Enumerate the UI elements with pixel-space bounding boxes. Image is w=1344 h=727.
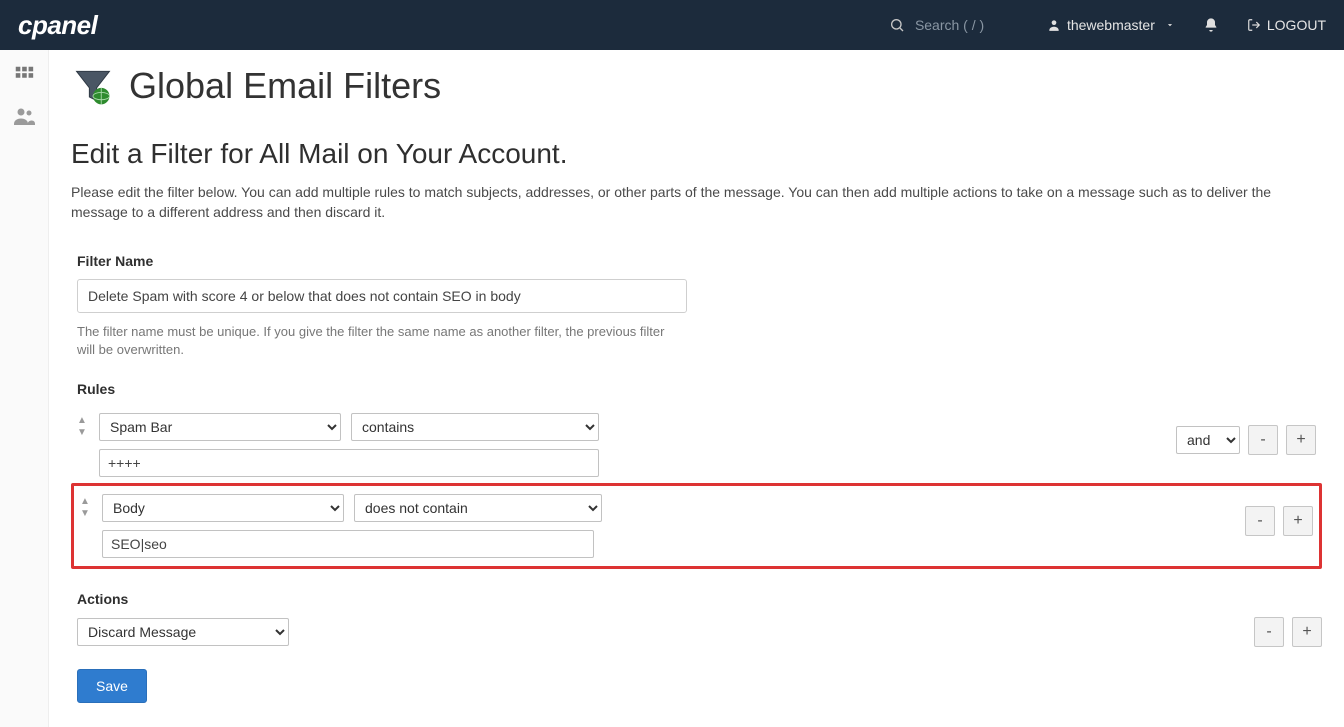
user-icon — [1047, 18, 1061, 32]
username-label: thewebmaster — [1067, 17, 1155, 33]
remove-rule-button[interactable]: - — [1245, 506, 1275, 536]
sidebar — [0, 50, 48, 727]
filter-name-label: Filter Name — [71, 253, 1322, 269]
add-action-button[interactable]: + — [1292, 617, 1322, 647]
add-rule-button[interactable]: + — [1286, 425, 1316, 455]
users-icon[interactable] — [12, 104, 36, 128]
search-input[interactable] — [915, 17, 1015, 33]
user-menu[interactable]: thewebmaster — [1047, 17, 1175, 33]
page-intro: Please edit the filter below. You can ad… — [71, 182, 1322, 223]
move-up-icon[interactable]: ▲ — [77, 416, 89, 426]
rules-section: Rules ▲▼Spam Barcontainsand-+▲▼Bodydoes … — [71, 381, 1322, 569]
logout-button[interactable]: LOGOUT — [1247, 17, 1326, 33]
remove-rule-button[interactable]: - — [1248, 425, 1278, 455]
filter-name-section: Filter Name The filter name must be uniq… — [71, 253, 1322, 359]
logout-icon — [1247, 18, 1261, 32]
save-button[interactable]: Save — [77, 669, 147, 703]
logout-label: LOGOUT — [1267, 17, 1326, 33]
actions-label: Actions — [71, 591, 1322, 607]
rule-value-input[interactable] — [99, 449, 599, 477]
rule-field-select[interactable]: Body — [102, 494, 344, 522]
remove-action-button[interactable]: - — [1254, 617, 1284, 647]
rules-label: Rules — [71, 381, 1322, 397]
rule-field-select[interactable]: Spam Bar — [99, 413, 341, 441]
rule-value-input[interactable] — [102, 530, 594, 558]
global-filter-icon — [71, 64, 115, 108]
filter-name-input[interactable] — [77, 279, 687, 313]
page-title: Global Email Filters — [129, 65, 441, 107]
add-rule-button[interactable]: + — [1283, 506, 1313, 536]
move-up-icon[interactable]: ▲ — [80, 497, 92, 507]
filter-name-help: The filter name must be unique. If you g… — [71, 323, 681, 359]
main-content: Global Email Filters Edit a Filter for A… — [48, 50, 1344, 727]
top-nav: cPanel thewebmaster LOG — [0, 0, 1344, 50]
nav-search[interactable] — [889, 17, 1015, 33]
search-icon — [889, 17, 905, 33]
rule-row: ▲▼Bodydoes not contain-+ — [71, 483, 1322, 569]
page-subhead: Edit a Filter for All Mail on Your Accou… — [71, 138, 1322, 170]
page-header: Global Email Filters — [71, 64, 1322, 108]
actions-section: Actions Discard Message - + — [71, 591, 1322, 647]
chevron-down-icon — [1165, 20, 1175, 30]
rule-logic-select[interactable]: and — [1176, 426, 1240, 454]
rule-operator-select[interactable]: contains — [351, 413, 599, 441]
rule-operator-select[interactable]: does not contain — [354, 494, 602, 522]
notifications-icon[interactable] — [1203, 17, 1219, 33]
move-down-icon[interactable]: ▼ — [77, 428, 89, 438]
rule-reorder: ▲▼ — [80, 494, 92, 519]
rule-reorder: ▲▼ — [77, 413, 89, 438]
apps-grid-icon[interactable] — [13, 64, 35, 86]
cpanel-logo: cPanel — [18, 10, 97, 41]
rule-row: ▲▼Spam Barcontainsand-+ — [71, 407, 1322, 483]
move-down-icon[interactable]: ▼ — [80, 509, 92, 519]
